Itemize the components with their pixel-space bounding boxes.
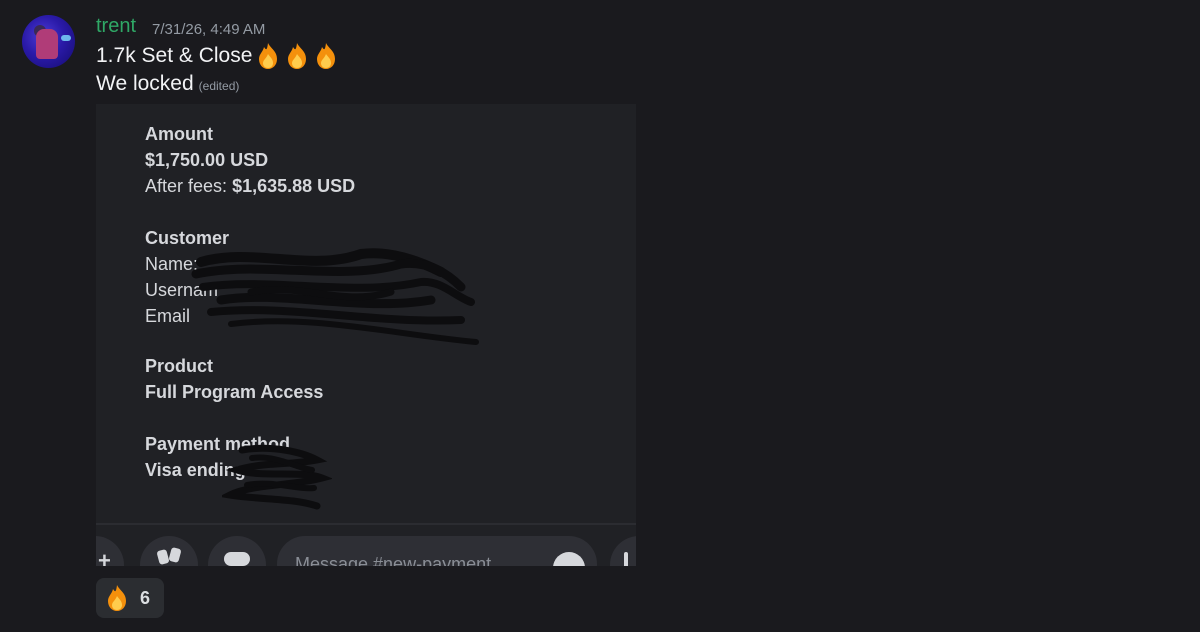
message-line-1-text: 1.7k Set & Close [96,44,253,67]
amount-value: $1,750.00 USD [145,147,268,173]
plus-icon: + [96,536,124,566]
amount-header-text: Amount [145,124,213,144]
embed-divider [96,523,636,525]
amount-value-text: $1,750.00 USD [145,150,269,170]
fire-emoji-icon [317,43,336,69]
message-timestamp[interactable]: 7/31/26, 4:49 AM [152,21,265,38]
amount-header: Amount [145,121,213,147]
product-header-text: Product [145,356,214,376]
after-fees-value: $1,635.88 USD [232,176,356,196]
fire-emoji-icon [259,43,278,69]
message-line-1: 1.7k Set & Close [96,42,339,70]
product-value-text: Full Program Access [145,382,324,402]
product-header: Product [145,353,213,379]
customer-email-label: Email [145,306,191,326]
mic-icon [610,536,636,566]
attached-image[interactable]: Amount $1,750.00 USD After fees: $1,635.… [96,104,636,566]
edited-tag: (edited) [198,79,240,93]
cropped-composer-bar: + Message #new-payment [96,536,636,566]
avatar-figure-body [36,29,58,59]
message-author[interactable]: trent [96,15,136,38]
message-input: Message #new-payment [277,536,597,566]
camera-icon [208,536,266,566]
message-line-2: We locked (edited) [96,72,239,96]
redaction-scribble [191,248,479,345]
customer-email: Email [145,303,190,329]
fire-emoji-icon [288,43,307,69]
gift-icon [140,536,198,566]
reaction-count: 6 [140,587,151,608]
avatar-light [61,35,71,41]
message-line-2-text: We locked [96,72,194,95]
product-value: Full Program Access [145,379,323,405]
after-fees-label: After fees: [145,176,228,196]
after-fees: After fees: $1,635.88 USD [145,173,355,199]
user-avatar[interactable] [22,15,75,68]
reaction-fire[interactable]: 6 [96,578,164,618]
fire-emoji-icon [108,585,126,611]
redaction-scribble-card [222,444,332,510]
